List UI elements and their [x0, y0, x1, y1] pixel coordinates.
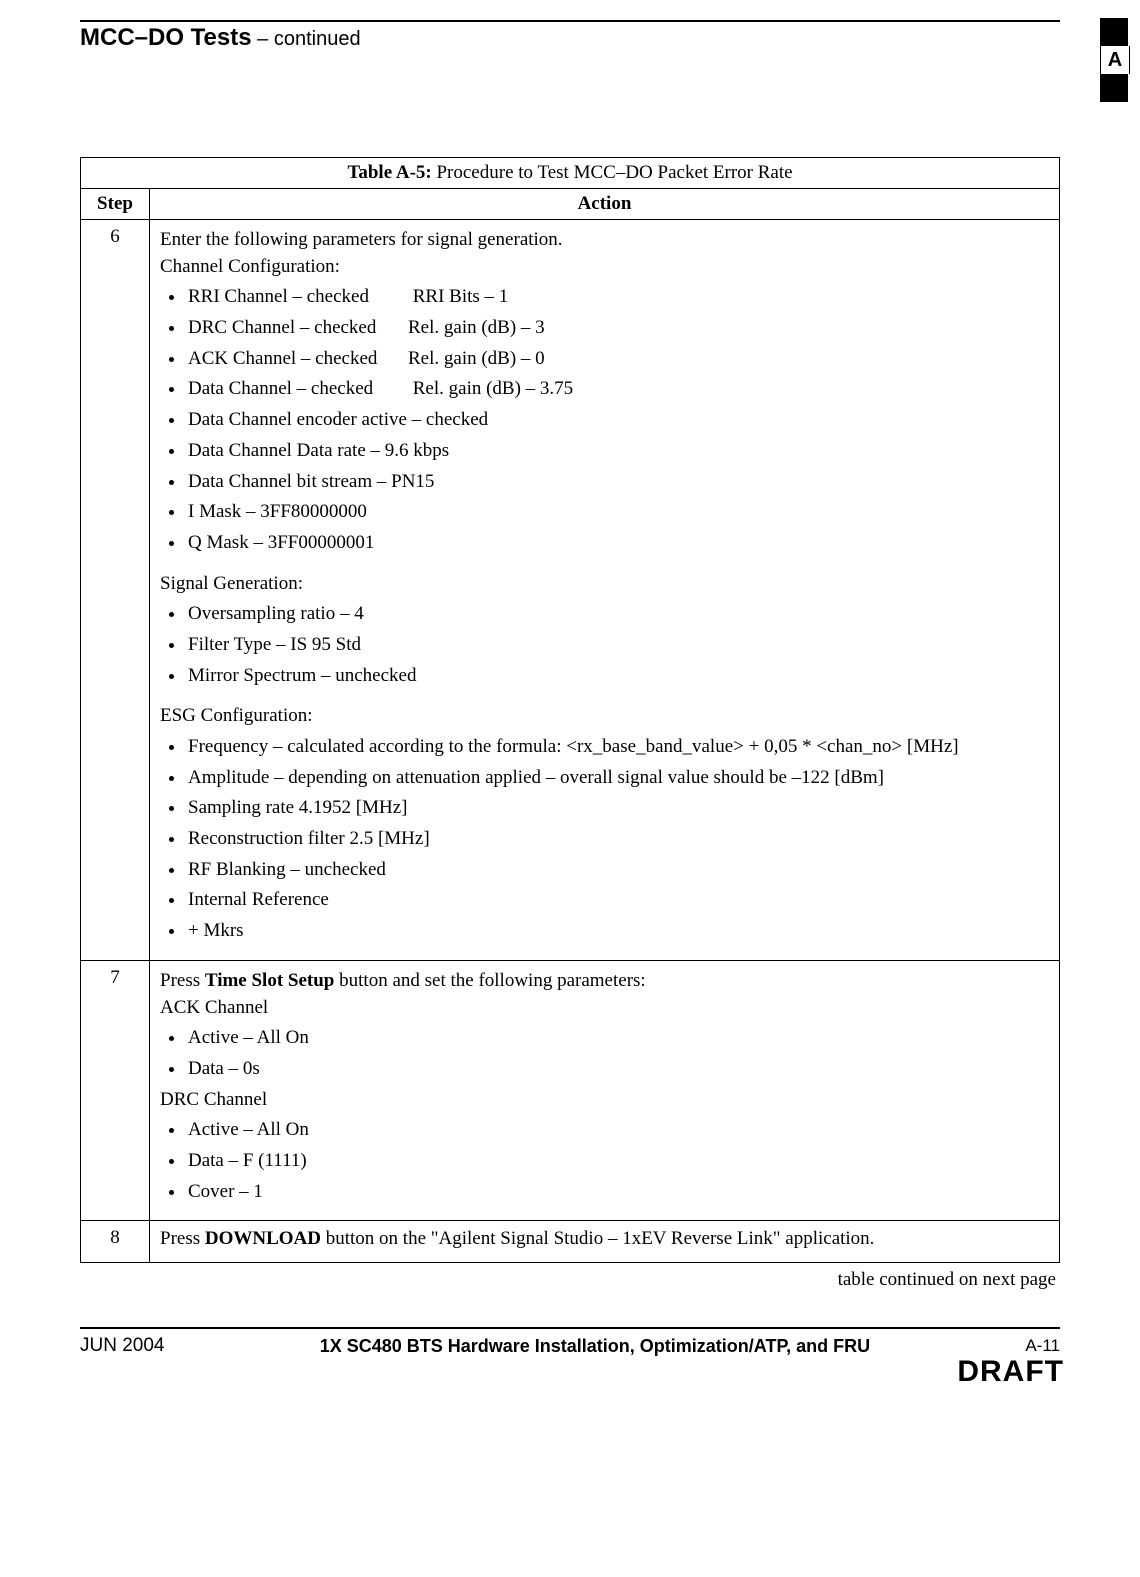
list-item: RF Blanking – unchecked [186, 858, 1049, 883]
procedure-table: Table A-5: Procedure to Test MCC–DO Pack… [80, 157, 1060, 1263]
step-number: 7 [81, 960, 150, 1221]
list-item: Data Channel Data rate – 9.6 kbps [186, 439, 1049, 464]
footer-page-number: A-11 [1025, 1336, 1060, 1356]
list-item: Active – All On [186, 1118, 1049, 1143]
list-item: Mirror Spectrum – unchecked [186, 664, 1049, 689]
table-row: 7 Press Time Slot Setup button and set t… [81, 960, 1060, 1221]
tab-marker-bottom [1100, 74, 1128, 102]
list-item: ACK Channel – checkedRel. gain (dB) – 0 [186, 347, 1049, 372]
list-item: DRC Channel – checkedRel. gain (dB) – 3 [186, 316, 1049, 341]
list-item: Data Channel bit stream – PN15 [186, 470, 1049, 495]
table-title-text: Procedure to Test MCC–DO Packet Error Ra… [432, 162, 793, 183]
group-title: ESG Configuration: [160, 704, 1049, 729]
col-header-action: Action [150, 189, 1060, 220]
list-item: Internal Reference [186, 888, 1049, 913]
bullet-list: Active – All On Data – 0s [186, 1026, 1049, 1081]
action-intro: Enter the following parameters for signa… [160, 228, 1049, 253]
footer-date: JUN 2004 [80, 1335, 165, 1357]
list-item: Data – F (1111) [186, 1149, 1049, 1174]
continued-note: table continued on next page [80, 1269, 1056, 1291]
footer-doc-title: 1X SC480 BTS Hardware Installation, Opti… [165, 1336, 1026, 1357]
group-title: Channel Configuration: [160, 255, 1049, 280]
step-number: 6 [81, 220, 150, 961]
page-header: MCC–DO Tests – continued [80, 24, 361, 52]
list-item: Reconstruction filter 2.5 [MHz] [186, 827, 1049, 852]
tab-letter: A [1100, 46, 1130, 74]
group-title: Signal Generation: [160, 572, 1049, 597]
col-header-step: Step [81, 189, 150, 220]
list-item: + Mkrs [186, 919, 1049, 944]
list-item: I Mask – 3FF80000000 [186, 500, 1049, 525]
list-item: Sampling rate 4.1952 [MHz] [186, 796, 1049, 821]
bullet-list: Active – All On Data – F (1111) Cover – … [186, 1118, 1049, 1204]
action-intro: Press Time Slot Setup button and set the… [160, 969, 1049, 994]
section-tab: A [1100, 18, 1128, 102]
table-row: 8 Press DOWNLOAD button on the "Agilent … [81, 1221, 1060, 1263]
header-title: MCC–DO Tests [80, 24, 252, 51]
list-item: RRI Channel – checked RRI Bits – 1 [186, 285, 1049, 310]
draft-watermark: DRAFT [80, 1355, 1064, 1389]
table-row: 6 Enter the following parameters for sig… [81, 220, 1060, 961]
header-continued: – continued [252, 28, 361, 50]
list-item: Active – All On [186, 1026, 1049, 1051]
list-item: Frequency – calculated according to the … [186, 735, 1049, 760]
table-title-cell: Table A-5: Procedure to Test MCC–DO Pack… [81, 158, 1060, 189]
list-item: Data Channel encoder active – checked [186, 408, 1049, 433]
list-item: Data – 0s [186, 1057, 1049, 1082]
table-title-bold: Table A-5: [347, 162, 431, 183]
bullet-list: RRI Channel – checked RRI Bits – 1 DRC C… [186, 285, 1049, 555]
action-content: Press Time Slot Setup button and set the… [150, 960, 1060, 1221]
bullet-list: Oversampling ratio – 4 Filter Type – IS … [186, 602, 1049, 688]
list-item: Amplitude – depending on attenuation app… [186, 766, 1049, 791]
action-content: Press DOWNLOAD button on the "Agilent Si… [150, 1221, 1060, 1263]
bullet-list: Frequency – calculated according to the … [186, 735, 1049, 944]
list-item: Data Channel – checked Rel. gain (dB) – … [186, 377, 1049, 402]
step-number: 8 [81, 1221, 150, 1263]
group-title: ACK Channel [160, 996, 1049, 1021]
group-title: DRC Channel [160, 1088, 1049, 1113]
tab-marker-top [1100, 18, 1128, 46]
list-item: Cover – 1 [186, 1180, 1049, 1205]
page-footer: JUN 2004 1X SC480 BTS Hardware Installat… [80, 1335, 1060, 1357]
list-item: Filter Type – IS 95 Std [186, 633, 1049, 658]
list-item: Q Mask – 3FF00000001 [186, 531, 1049, 556]
list-item: Oversampling ratio – 4 [186, 602, 1049, 627]
action-content: Enter the following parameters for signa… [150, 220, 1060, 961]
